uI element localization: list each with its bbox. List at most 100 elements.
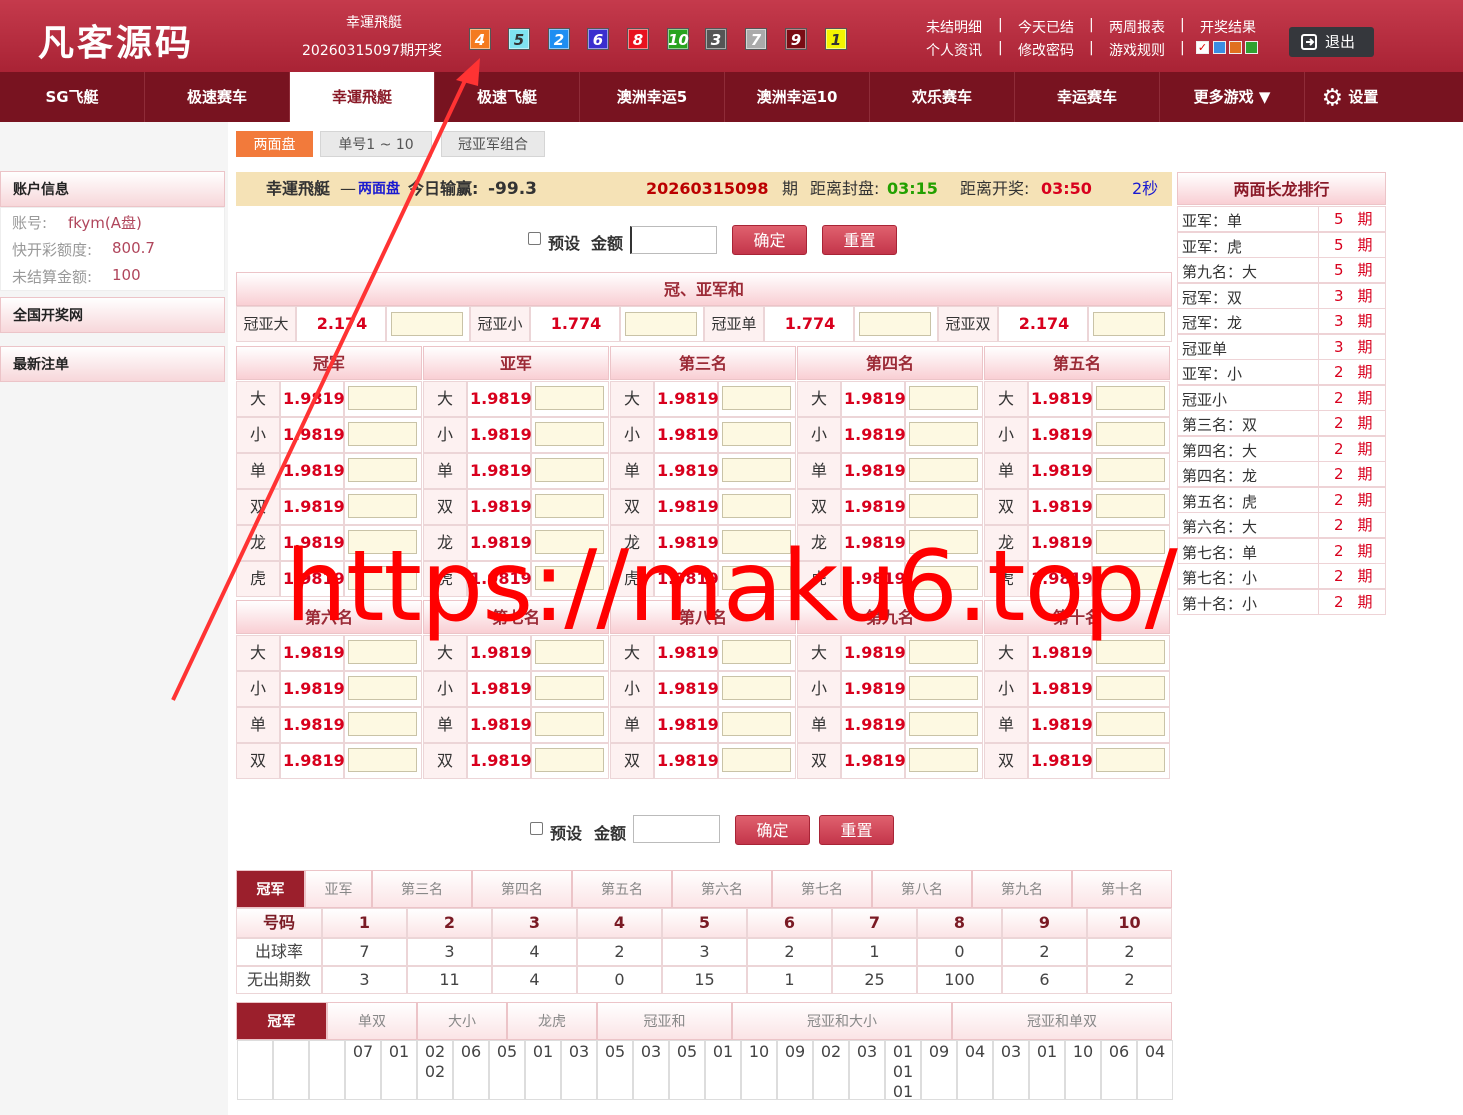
bet-input[interactable] [535, 458, 604, 482]
header-link[interactable]: 游戏规则 [1109, 40, 1165, 60]
theme-checkbox[interactable]: ✓ [1196, 41, 1209, 54]
stats-rank-tab[interactable]: 第四名 [472, 870, 572, 908]
confirm-button-2[interactable]: 确定 [735, 815, 810, 845]
stats-rank-tab[interactable]: 第七名 [772, 870, 872, 908]
bet-odds: 1.9819 [467, 671, 532, 707]
road-tab[interactable]: 冠亚和 [597, 1002, 732, 1040]
road-tab[interactable]: 冠亚和大小 [732, 1002, 952, 1040]
nav-item[interactable]: 欢乐赛车 [870, 72, 1015, 122]
header-link[interactable]: 修改密码 [1018, 40, 1074, 60]
long-count-value: 5 [1334, 261, 1344, 279]
bet-input[interactable] [909, 458, 978, 482]
sum-bet-input[interactable] [1093, 312, 1165, 336]
stats-rank-tab[interactable]: 第九名 [972, 870, 1072, 908]
stats-rank-tab[interactable]: 第五名 [572, 870, 672, 908]
road-tab[interactable]: 龙虎 [507, 1002, 597, 1040]
long-ranking-row: 第四名：大 2 期 [1177, 435, 1386, 462]
refresh-timer[interactable]: 2秒 [1132, 172, 1158, 206]
bet-input[interactable] [909, 712, 978, 736]
bet-input[interactable] [535, 494, 604, 518]
header-link[interactable]: 个人资讯 [926, 40, 982, 60]
road-tab[interactable]: 单双 [327, 1002, 417, 1040]
header-link[interactable]: 今天已结 [1018, 17, 1074, 37]
bet-input[interactable] [909, 422, 978, 446]
play-tab[interactable]: 单号1 ~ 10 [320, 131, 432, 157]
bet-input[interactable] [1096, 386, 1165, 410]
stats-rank-tab[interactable]: 第八名 [872, 870, 972, 908]
amount-input-2[interactable] [633, 815, 720, 843]
bet-input[interactable] [348, 422, 417, 446]
bet-input[interactable] [348, 712, 417, 736]
nav-item[interactable]: SG飞艇 [0, 72, 145, 122]
confirm-button[interactable]: 确定 [732, 225, 807, 255]
header-link[interactable]: 两周报表 [1109, 17, 1165, 37]
theme-color-swatch[interactable] [1245, 41, 1258, 54]
bet-input[interactable] [1096, 458, 1165, 482]
bet-input[interactable] [348, 494, 417, 518]
bet-input[interactable] [535, 386, 604, 410]
bet-input[interactable] [722, 422, 791, 446]
bet-input[interactable] [535, 748, 604, 772]
sum-bet-input[interactable] [391, 312, 463, 336]
long-ranking-row: 冠军：龙 3 期 [1177, 308, 1386, 334]
header-link[interactable]: 开奖结果 [1200, 17, 1256, 37]
road-tab[interactable]: 冠亚和单双 [952, 1002, 1172, 1040]
reset-button[interactable]: 重置 [822, 225, 897, 255]
bet-input[interactable] [909, 494, 978, 518]
logout-button[interactable]: 退出 [1289, 27, 1374, 57]
bet-input[interactable] [722, 748, 791, 772]
road-tab[interactable]: 大小 [417, 1002, 507, 1040]
nav-item[interactable]: 极速飞艇 [435, 72, 580, 122]
play-tab[interactable]: 两面盘 [236, 131, 313, 157]
stats-rank-tab[interactable]: 第六名 [672, 870, 772, 908]
sum-bet-input[interactable] [625, 312, 697, 336]
bet-input[interactable] [348, 748, 417, 772]
bet-input[interactable] [722, 494, 791, 518]
stats-rank-tab[interactable]: 亚军 [305, 870, 372, 908]
bet-input[interactable] [535, 712, 604, 736]
bet-input[interactable] [722, 458, 791, 482]
bet-input[interactable] [722, 676, 791, 700]
bet-input[interactable] [722, 386, 791, 410]
long-count-value: 2 [1334, 363, 1344, 381]
stats-rank-tab[interactable]: 第三名 [372, 870, 472, 908]
reset-button-2[interactable]: 重置 [819, 815, 894, 845]
bet-input[interactable] [348, 676, 417, 700]
bet-input[interactable] [1096, 748, 1165, 772]
settings-button[interactable]: ⚙ 设置 [1290, 72, 1410, 122]
bet-input[interactable] [909, 386, 978, 410]
nav-item[interactable]: 极速赛车 [145, 72, 290, 122]
lottery-site-link[interactable]: 全国开奖网 [0, 297, 225, 333]
road-tab[interactable]: 冠军 [236, 1002, 327, 1040]
bet-input[interactable] [722, 712, 791, 736]
nav-item[interactable]: 幸运赛车 [1015, 72, 1160, 122]
bet-input[interactable] [1096, 494, 1165, 518]
bet-input[interactable] [909, 676, 978, 700]
bet-input[interactable] [348, 458, 417, 482]
theme-color-swatch[interactable] [1229, 41, 1242, 54]
play-tab[interactable]: 冠亚军组合 [441, 131, 545, 157]
nav-item[interactable]: 澳洲幸运5 [580, 72, 725, 122]
road-value: 10 [748, 1042, 770, 1061]
bet-input[interactable] [1096, 676, 1165, 700]
bet-input[interactable] [535, 422, 604, 446]
amount-input[interactable] [630, 226, 717, 254]
bet-input[interactable] [909, 748, 978, 772]
sum-bet-input[interactable] [859, 312, 931, 336]
latest-orders-link[interactable]: 最新注单 [0, 346, 225, 382]
stats-rank-tab[interactable]: 冠军 [236, 870, 305, 908]
bet-input[interactable] [535, 676, 604, 700]
long-count-unit: 期 [1357, 465, 1373, 483]
nav-item[interactable]: 更多游戏 ▼ [1160, 72, 1305, 122]
stats-rank-tab[interactable]: 第十名 [1072, 870, 1172, 908]
preset-checkbox[interactable] [528, 232, 541, 245]
long-count-unit: 期 [1357, 363, 1373, 381]
bet-input[interactable] [1096, 422, 1165, 446]
bet-input[interactable] [1096, 712, 1165, 736]
bet-input[interactable] [348, 386, 417, 410]
preset-checkbox-2[interactable] [530, 822, 543, 835]
nav-item[interactable]: 澳洲幸运10 [725, 72, 870, 122]
nav-item[interactable]: 幸運飛艇 [290, 72, 435, 122]
theme-color-swatch[interactable] [1213, 41, 1226, 54]
header-link[interactable]: 未结明细 [926, 17, 982, 37]
